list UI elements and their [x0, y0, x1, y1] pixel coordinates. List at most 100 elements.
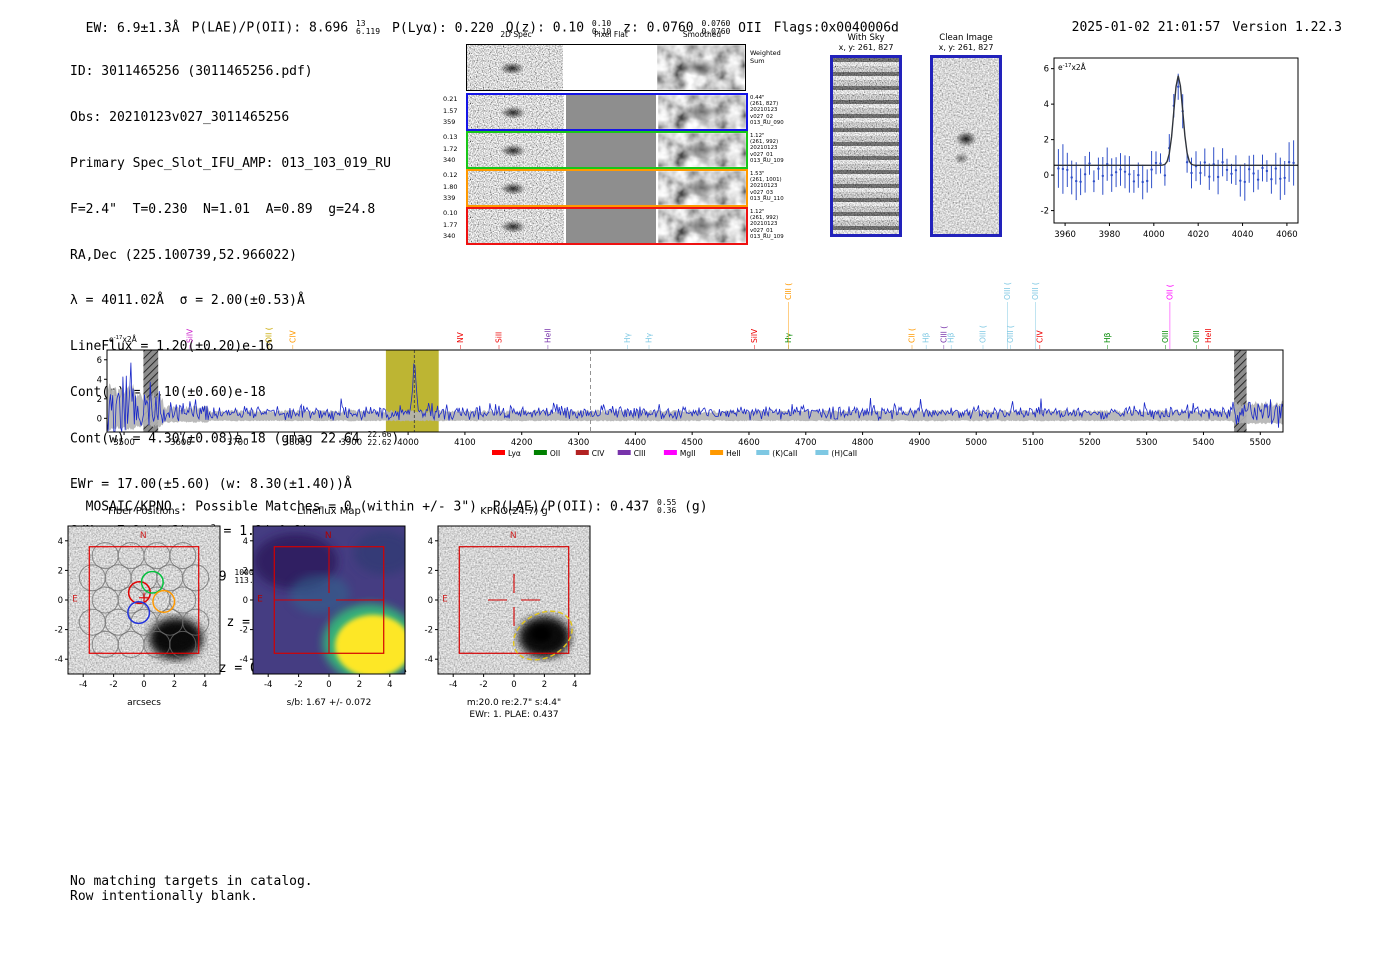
svg-text:4060: 4060 — [1276, 230, 1298, 240]
svg-text:4300: 4300 — [568, 438, 590, 448]
svg-text:4000: 4000 — [397, 438, 419, 448]
info-obs: Obs: 20210123v027_3011465256 — [70, 109, 290, 125]
svg-text:0: 0 — [97, 414, 102, 424]
svg-text:(K)CaII: (K)CaII — [772, 449, 797, 458]
header-timestamp: 2025-01-02 21:01:57 Version 1.22.3 — [1056, 5, 1342, 35]
svg-text:-4: -4 — [240, 655, 248, 665]
svg-text:4600: 4600 — [738, 438, 760, 448]
svg-text:4900: 4900 — [909, 438, 931, 448]
mosaic-plae-range: 0.55 0.36 — [657, 499, 676, 515]
svg-text:MgII: MgII — [680, 449, 696, 458]
svg-text:-4: -4 — [55, 655, 63, 665]
lineflux-map-panel: Lineflux Map N E -4 -2 0 2 4 -4 -2 0 2 4 s/b: 1.67 … — [220, 502, 430, 727]
svg-text:2: 2 — [243, 566, 248, 576]
svg-text:4: 4 — [572, 680, 577, 690]
svg-text:-2: -2 — [1041, 207, 1049, 217]
info-seeing: F=2.4" T=0.230 N=1.01 A=0.89 g=24.8 — [70, 201, 376, 217]
svg-text:-4: -4 — [79, 680, 87, 690]
clean-image-title: Clean Image — [939, 33, 993, 43]
with-sky-image — [830, 55, 902, 237]
svg-text:(H)CaII: (H)CaII — [831, 449, 857, 458]
spec2d-row-stats: 0.10 1.77 340 — [443, 209, 458, 240]
spec2d-row — [466, 207, 748, 245]
svg-text:SiIV: SiIV — [750, 328, 759, 343]
svg-text:6: 6 — [1044, 65, 1049, 75]
svg-text:E: E — [257, 595, 263, 605]
svg-text:CII (: CII ( — [908, 328, 917, 343]
spec2d-row-stats: 0.12 1.80 339 — [443, 171, 458, 202]
fiber-xlabel: arcsecs — [127, 698, 161, 708]
kpno-caption-2: EWr: 1. PLAE: 0.437 — [469, 710, 559, 720]
svg-text:4100: 4100 — [454, 438, 476, 448]
svg-text:5200: 5200 — [1079, 438, 1101, 448]
full-spectrum-plot: 3500 3600 3700 3800 3900 4000 4100 4200 4300 4400… — [97, 282, 1284, 458]
svg-text:5300: 5300 — [1136, 438, 1158, 448]
svg-text:2: 2 — [542, 680, 547, 690]
lineflux-map-plot: N E -4 -2 0 2 4 -4 -2 0 2 4 — [240, 525, 406, 690]
svg-text:4800: 4800 — [852, 438, 874, 448]
info-radec: RA,Dec (225.100739,52.966022) — [70, 247, 297, 263]
svg-text:3500: 3500 — [113, 438, 135, 448]
sky-bands-overlay — [833, 58, 899, 234]
footer-no-match: No matching targets in catalog. — [70, 874, 313, 889]
svg-text:Hβ: Hβ — [922, 332, 931, 343]
svg-text:6: 6 — [97, 356, 102, 366]
svg-text:4000: 4000 — [1143, 230, 1165, 240]
svg-text:0: 0 — [428, 596, 433, 606]
svg-text:4: 4 — [387, 680, 392, 690]
svg-text:OIII: OIII — [1161, 330, 1170, 343]
svg-text:Hβ: Hβ — [947, 332, 956, 343]
svg-text:e-17x2Å: e-17x2Å — [1058, 63, 1087, 72]
svg-text:E: E — [72, 595, 78, 605]
mosaic-plae-lo: 0.36 — [657, 506, 677, 515]
spec2d-header-pixelflat: Pixel Flat — [594, 30, 628, 39]
kpno-caption-1: m:20.0 re:2.7" s:4.4" — [466, 698, 562, 708]
svg-text:4: 4 — [97, 375, 102, 385]
svg-text:0: 0 — [58, 596, 63, 606]
spec2d-row — [466, 44, 746, 91]
lineflux-map-title: Lineflux Map — [297, 506, 361, 517]
header-version: Version 1.22.3 — [1232, 20, 1342, 35]
svg-text:0: 0 — [243, 596, 248, 606]
spec2d-row-stats: 0.13 1.72 340 — [443, 133, 458, 164]
svg-text:E: E — [442, 595, 448, 605]
kpno-cutout-panel: KPNO(24.7) g N E -4 -2 0 2 4 -4 -2 0 2 4 m:20.0 re:… — [405, 502, 615, 727]
spec2d-header-smoothed: Smoothed — [682, 30, 722, 39]
svg-text:5400: 5400 — [1193, 438, 1215, 448]
spec2d-row-annotation: 1.53" (261, 1001) 20210123 v027_03 013_RU_11… — [750, 171, 784, 202]
svg-text:4: 4 — [1044, 100, 1049, 110]
spec2d-header-2dspec: 2D Spec — [500, 30, 532, 39]
fiber-positions-panel: Fiber Positions N E -4 -2 0 2 4 -4 -2 0 2 4 arcsecs — [35, 502, 245, 727]
svg-text:5100: 5100 — [1022, 438, 1044, 448]
clean-image-xy: x, y: 261, 827 — [938, 43, 994, 52]
svg-text:OII (: OII ( — [264, 327, 273, 343]
footer-blank-row: Row intentionally blank. — [70, 889, 258, 904]
svg-text:-2: -2 — [109, 680, 117, 690]
svg-text:OIII (: OIII ( — [1006, 325, 1015, 343]
svg-text:Hβ: Hβ — [1103, 332, 1112, 343]
svg-text:SiII: SiII — [495, 332, 504, 343]
svg-text:OIII (: OIII ( — [1031, 282, 1040, 300]
mosaic-band: (g) — [676, 499, 708, 515]
header-datetime: 2025-01-02 21:01:57 — [1071, 20, 1221, 35]
with-sky-title: With Sky — [847, 33, 885, 43]
svg-text:4: 4 — [243, 537, 248, 547]
svg-text:CIV: CIV — [288, 330, 297, 343]
svg-text:2: 2 — [97, 395, 102, 405]
clean-image-source-blob — [933, 58, 999, 234]
svg-text:Hγ: Hγ — [645, 332, 654, 343]
svg-text:2: 2 — [357, 680, 362, 690]
svg-text:0: 0 — [511, 680, 516, 690]
weighted-sum-label: Weighted Sum — [750, 49, 781, 65]
svg-text:4040: 4040 — [1232, 230, 1254, 240]
fiber-positions-title: Fiber Positions — [108, 506, 180, 517]
svg-text:OII (: OII ( — [1165, 284, 1174, 300]
lineflux-caption: s/b: 1.67 +/- 0.072 — [286, 698, 372, 708]
spec2d-row — [466, 93, 748, 131]
svg-text:0: 0 — [141, 680, 146, 690]
svg-text:OIII (: OIII ( — [1003, 282, 1012, 300]
svg-text:OII: OII — [550, 449, 560, 458]
svg-text:4: 4 — [428, 537, 433, 547]
svg-text:3900: 3900 — [340, 438, 362, 448]
spec2d-row — [466, 169, 748, 207]
